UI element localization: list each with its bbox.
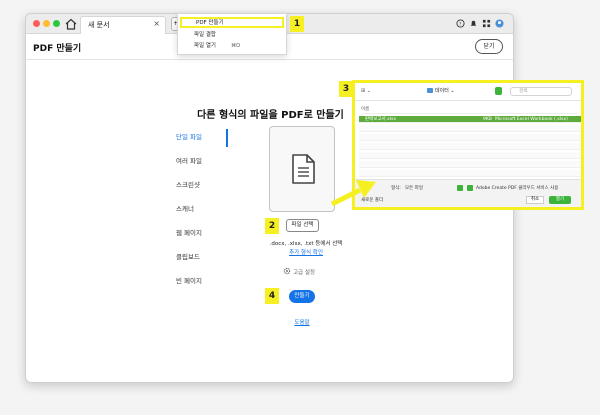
file-row-selected[interactable]: 판매보고서.xlsx 9KB Microsoft Excel Workbook … bbox=[359, 116, 581, 123]
home-icon[interactable] bbox=[64, 17, 78, 31]
menu-item-create-pdf[interactable]: PDF 만들기 bbox=[180, 17, 284, 28]
file-drop-area[interactable] bbox=[269, 126, 335, 212]
bell-icon[interactable] bbox=[469, 19, 478, 28]
folder-selector[interactable]: 데이터 ⌄ bbox=[435, 87, 455, 94]
close-window-dot[interactable] bbox=[33, 20, 40, 27]
svg-text:?: ? bbox=[459, 21, 462, 27]
nav-single-file[interactable]: 단일 파일 bbox=[176, 129, 228, 153]
cloud-option-checkbox[interactable] bbox=[467, 185, 473, 191]
folder-icon bbox=[427, 88, 433, 93]
menu-item-label: 파일 결합 bbox=[194, 32, 216, 38]
apps-grid-icon[interactable] bbox=[482, 19, 491, 28]
file-row[interactable] bbox=[359, 143, 581, 150]
nav-web-page[interactable]: 웹 페이지 bbox=[176, 225, 224, 249]
pointer-arrow bbox=[330, 180, 376, 207]
cloud-option-label: Adobe Create PDF 클라우드 서비스 사용 bbox=[476, 186, 559, 191]
file-row[interactable] bbox=[359, 125, 581, 132]
document-tab-label: 새 문서 bbox=[88, 21, 110, 29]
file-row[interactable] bbox=[359, 134, 581, 141]
dialog-search-input[interactable]: 검색 bbox=[510, 87, 572, 96]
screenshot-stage: 새 문서 × + 만들기 ? PDF 만들기 닫기 다른 형식의 파일을 PDF… bbox=[0, 0, 600, 415]
nav-clipboard[interactable]: 클립보드 bbox=[176, 249, 224, 273]
nav-scanner[interactable]: 스캐너 bbox=[176, 201, 224, 225]
avatar-icon[interactable] bbox=[495, 19, 504, 28]
file-size: 9KB bbox=[483, 117, 492, 122]
callout-4: 4 bbox=[265, 288, 279, 304]
view-options-icon[interactable]: ⊞ ⌄ bbox=[361, 88, 371, 94]
menu-item-label: PDF 만들기 bbox=[196, 20, 224, 26]
checkbox-icon bbox=[457, 185, 463, 191]
minimize-window-dot[interactable] bbox=[43, 20, 50, 27]
page-title: PDF 만들기 bbox=[33, 44, 82, 54]
file-row[interactable] bbox=[359, 161, 581, 168]
nav-multiple-files[interactable]: 여러 파일 bbox=[176, 153, 224, 177]
up-folder-icon[interactable] bbox=[495, 87, 502, 95]
format-label: 형식: bbox=[391, 186, 401, 191]
menu-item-shortcut: ⌘O bbox=[231, 43, 240, 49]
advanced-settings[interactable]: 고급 설정 bbox=[283, 268, 333, 276]
file-kind: Microsoft Excel Workbook (.xlsx) bbox=[495, 117, 568, 122]
source-type-nav: 단일 파일 여러 파일 스크린샷 스캐너 웹 페이지 클립보드 빈 페이지 bbox=[176, 129, 228, 297]
dialog-toolbar: ⊞ ⌄ 데이터 ⌄ 검색 bbox=[355, 83, 581, 101]
dialog-cancel-button[interactable]: 취소 bbox=[526, 196, 544, 204]
menu-item-open-file[interactable]: 파일 열기 ⌘O bbox=[180, 41, 284, 52]
more-formats-link[interactable]: 추가 형식 확인 bbox=[262, 248, 350, 256]
document-icon bbox=[292, 154, 315, 184]
help-link[interactable]: 도움말 bbox=[290, 318, 314, 326]
menu-item-combine-files[interactable]: 파일 결합 bbox=[180, 30, 284, 41]
dialog-open-button[interactable]: 열기 bbox=[549, 196, 571, 204]
create-button[interactable]: 만들기 bbox=[289, 290, 315, 303]
file-name: 판매보고서.xlsx bbox=[365, 117, 397, 122]
nav-screenshot[interactable]: 스크린샷 bbox=[176, 177, 224, 201]
select-file-button[interactable]: 파일 선택 bbox=[286, 219, 319, 232]
menu-item-label: 파일 열기 bbox=[194, 43, 216, 49]
create-dropdown-menu: PDF 만들기 파일 결합 파일 열기 ⌘O bbox=[177, 13, 287, 55]
help-icon[interactable]: ? bbox=[456, 19, 465, 28]
supported-formats-text: .docx, .xlsx, .txt 등에서 선택 bbox=[269, 241, 343, 247]
nav-blank-page[interactable]: 빈 페이지 bbox=[176, 273, 224, 297]
document-tab[interactable]: 새 문서 × bbox=[80, 16, 166, 34]
callout-3: 3 bbox=[339, 81, 353, 97]
close-button[interactable]: 닫기 bbox=[475, 39, 503, 54]
callout-2: 2 bbox=[265, 218, 279, 234]
file-row[interactable] bbox=[359, 152, 581, 159]
zoom-window-dot[interactable] bbox=[53, 20, 60, 27]
name-column-header[interactable]: 이름 bbox=[361, 106, 577, 114]
file-row[interactable] bbox=[359, 170, 581, 177]
format-select[interactable]: 모든 파일 bbox=[405, 185, 423, 191]
callout-1: 1 bbox=[290, 16, 304, 32]
close-tab-icon[interactable]: × bbox=[153, 19, 160, 28]
